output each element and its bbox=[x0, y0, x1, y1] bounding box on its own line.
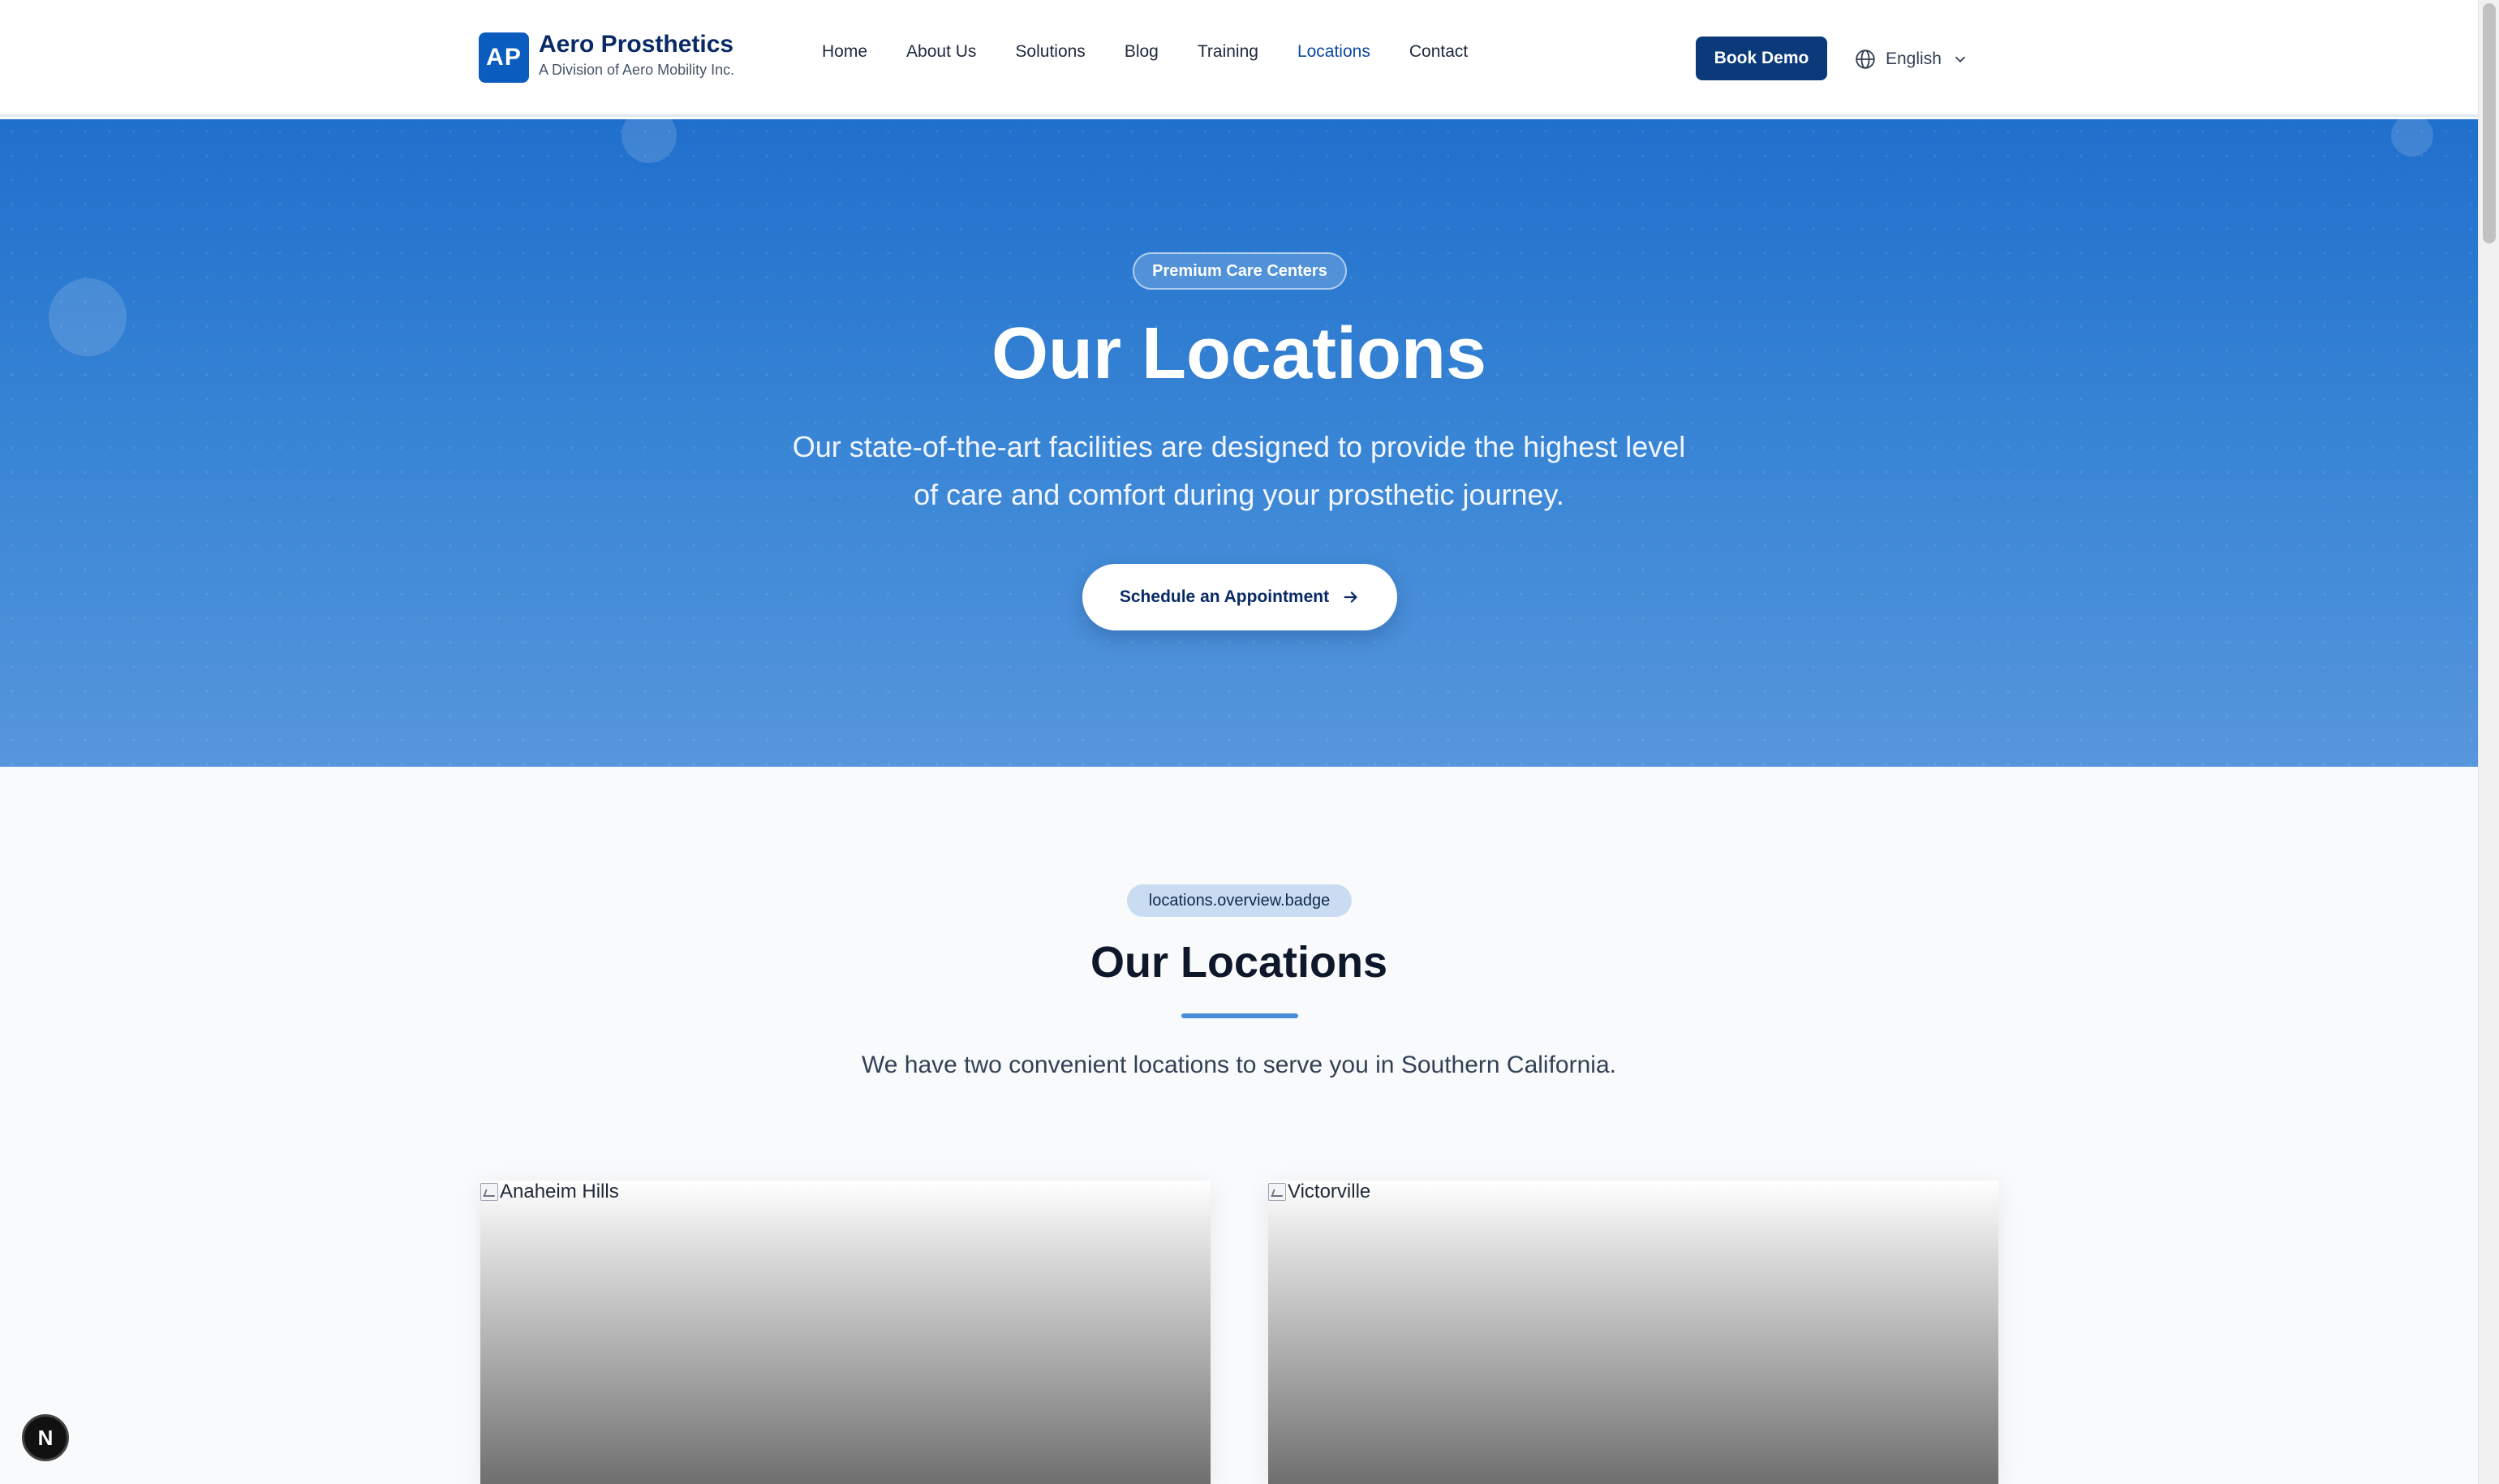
brand-name[interactable]: Aero Prosthetics bbox=[539, 31, 733, 58]
hero-badge: Premium Care Centers bbox=[1133, 252, 1347, 290]
nav-about-us[interactable]: About Us bbox=[906, 42, 976, 68]
location-card-victorville[interactable]: Victorville bbox=[1268, 1181, 1998, 1484]
schedule-appointment-button[interactable]: Schedule an Appointment bbox=[1082, 564, 1397, 630]
overview-badge: locations.overview.badge bbox=[1127, 884, 1352, 917]
globe-icon bbox=[1856, 49, 1875, 69]
hero-title: Our Locations bbox=[991, 313, 1487, 394]
brand-subtitle: A Division of Aero Mobility Inc. bbox=[539, 62, 735, 78]
arrow-right-icon bbox=[1344, 591, 1357, 603]
title-underline bbox=[1181, 1013, 1298, 1018]
location-image: Victorville bbox=[1268, 1181, 1370, 1203]
location-card-anaheim-hills[interactable]: Anaheim Hills bbox=[480, 1181, 1211, 1484]
decorative-bubble bbox=[622, 119, 677, 163]
page-scrollbar[interactable] bbox=[2478, 0, 2499, 1484]
main-nav: Home About Us Solutions Blog Training Lo… bbox=[822, 42, 1507, 68]
decorative-bubble bbox=[2391, 119, 2433, 157]
language-selector[interactable]: English bbox=[1855, 45, 1969, 73]
hero-description: Our state-of-the-art facilities are desi… bbox=[792, 430, 1686, 511]
location-image-alt: Victorville bbox=[1288, 1181, 1371, 1202]
broken-image-icon bbox=[480, 1183, 498, 1201]
chevron-down-icon bbox=[1955, 56, 1966, 63]
nextjs-dev-badge[interactable]: N bbox=[22, 1414, 69, 1461]
schedule-appointment-label: Schedule an Appointment bbox=[1119, 587, 1330, 606]
overview-title: Our Locations bbox=[1090, 938, 1388, 987]
nav-locations[interactable]: Locations bbox=[1297, 42, 1370, 68]
logo[interactable]: AP bbox=[479, 32, 529, 83]
hero-section: Premium Care Centers Our Locations Our s… bbox=[0, 119, 2478, 767]
nav-contact[interactable]: Contact bbox=[1409, 42, 1468, 68]
nav-training[interactable]: Training bbox=[1198, 42, 1258, 68]
nav-solutions[interactable]: Solutions bbox=[1015, 42, 1085, 68]
scrollbar-thumb[interactable] bbox=[2483, 3, 2496, 243]
location-image: Anaheim Hills bbox=[480, 1181, 619, 1203]
book-demo-button[interactable]: Book Demo bbox=[1696, 37, 1827, 80]
site-header: AP Aero Prosthetics A Division of Aero M… bbox=[0, 0, 2478, 117]
nav-blog[interactable]: Blog bbox=[1125, 42, 1159, 68]
broken-image-icon bbox=[1268, 1183, 1286, 1201]
overview-description: We have two convenient locations to serv… bbox=[862, 1052, 1616, 1078]
language-label: English bbox=[1886, 49, 1942, 68]
nav-home[interactable]: Home bbox=[822, 42, 867, 68]
location-image-alt: Anaheim Hills bbox=[500, 1181, 619, 1202]
